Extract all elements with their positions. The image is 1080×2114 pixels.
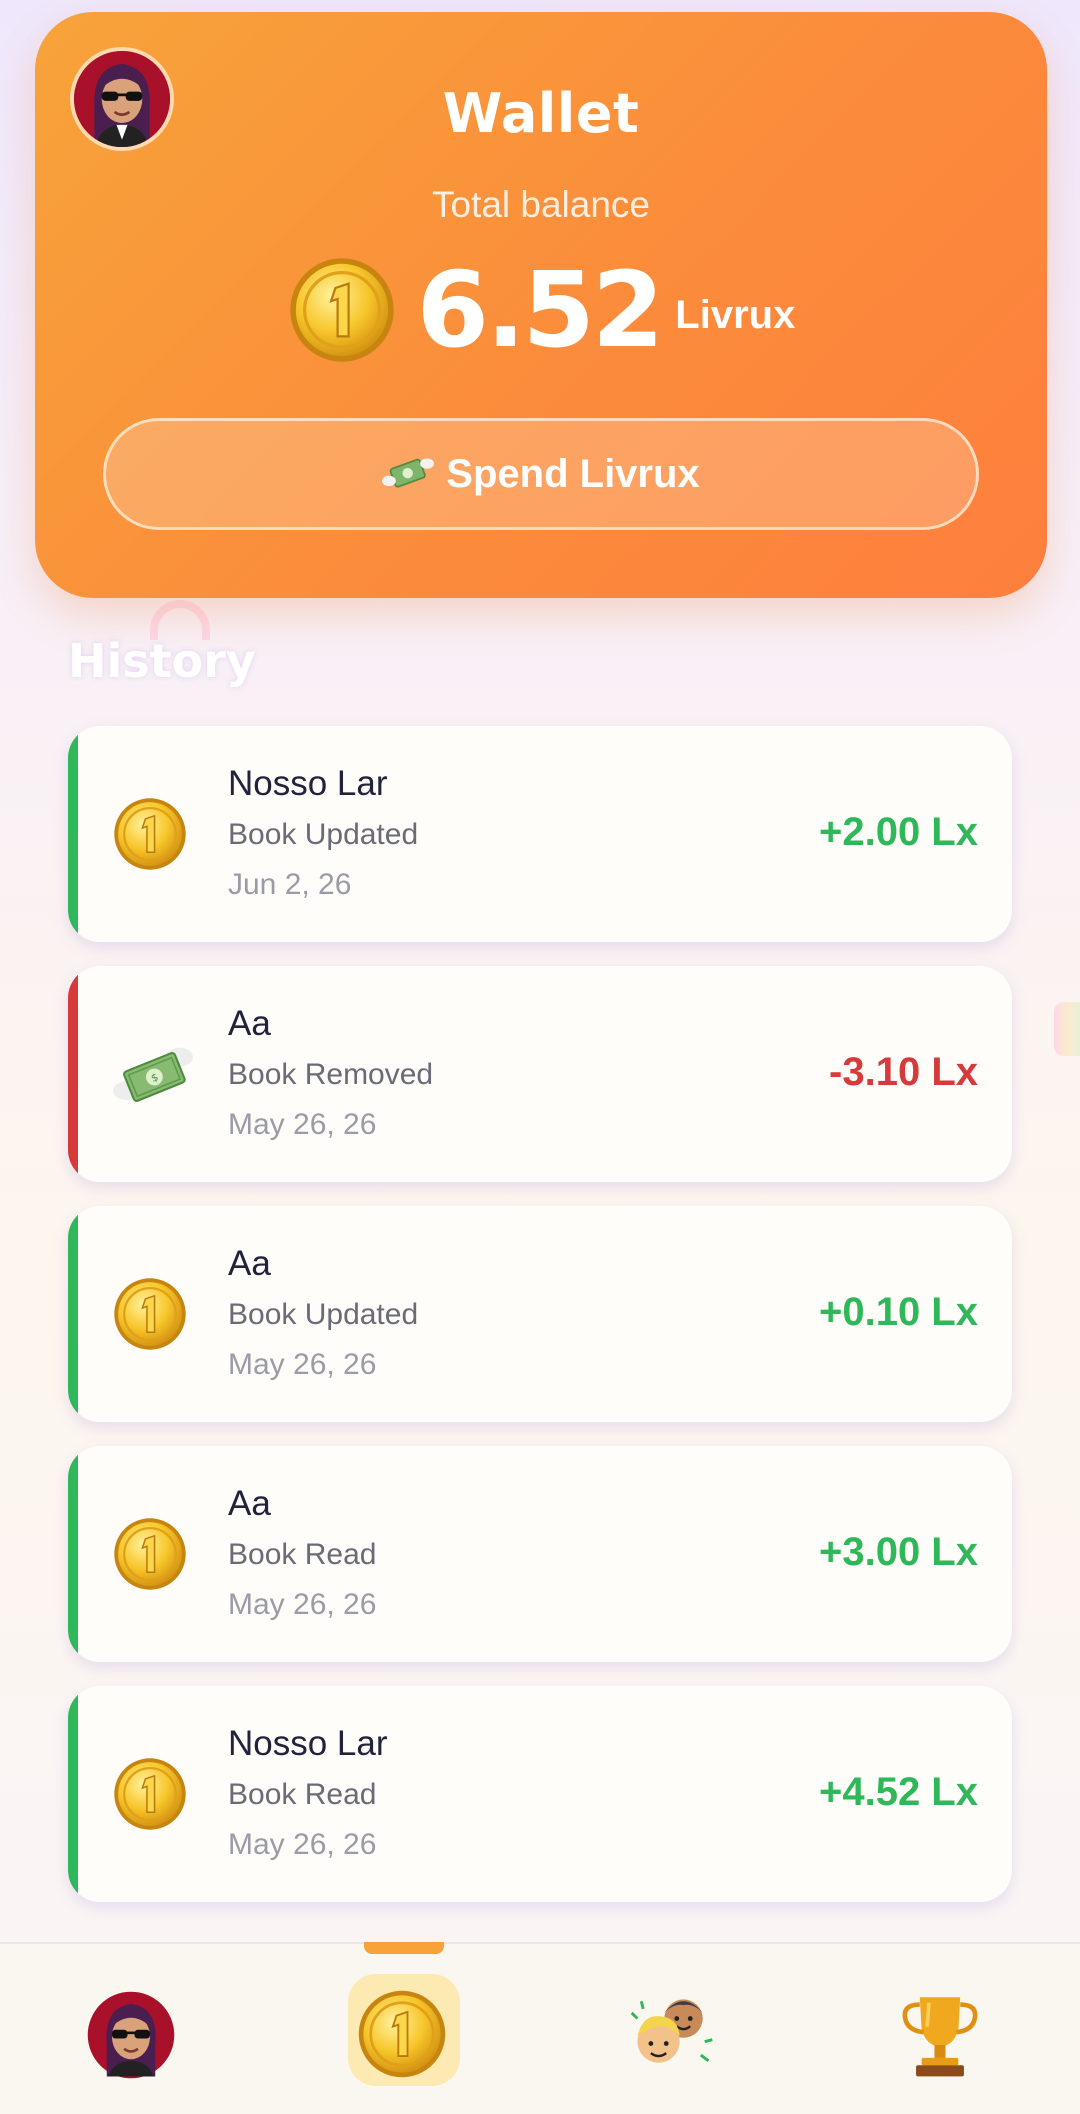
- transaction-amount: +2.00 Lx: [818, 810, 978, 854]
- trophy-icon: [902, 1997, 978, 2077]
- nav-wallet[interactable]: [352, 1984, 462, 2094]
- status-stripe: [68, 1686, 78, 1902]
- page-title: Wallet: [442, 82, 640, 145]
- transaction-title: Aa: [228, 1004, 271, 1043]
- transaction-type: Book Updated: [228, 818, 419, 851]
- spend-button-label: Spend Livrux: [446, 451, 700, 496]
- spend-livrux-button[interactable]: Spend Livrux: [103, 418, 979, 530]
- wallet-card: Wallet Total balance 6.52 Livrux Spend L…: [35, 12, 1047, 598]
- transaction-date: May 26, 26: [228, 1108, 377, 1141]
- list-item[interactable]: Aa Book Read May 26, 26 +3.00 Lx: [68, 1446, 1012, 1662]
- balance-amount: 6.52: [416, 249, 665, 371]
- nav-friends[interactable]: [624, 1984, 734, 2094]
- balance-row: 6.52 Livrux: [35, 250, 1047, 370]
- transaction-icon: [112, 1276, 188, 1352]
- coin-icon: [114, 1758, 186, 1830]
- friends-icon: [630, 1999, 713, 2063]
- transaction-amount: -3.10 Lx: [829, 1050, 978, 1094]
- status-stripe: [68, 1446, 78, 1662]
- transaction-icon: [112, 1756, 188, 1832]
- transaction-icon: [112, 796, 188, 872]
- profile-avatar-icon: [87, 1991, 175, 2079]
- transaction-title: Aa: [228, 1484, 271, 1523]
- transaction-date: May 26, 26: [228, 1348, 377, 1381]
- money-wings-icon: [382, 458, 435, 488]
- transaction-title: Nosso Lar: [228, 764, 388, 803]
- transaction-title: Aa: [228, 1244, 271, 1283]
- transaction-type: Book Removed: [228, 1058, 434, 1091]
- coin-icon: [289, 258, 394, 362]
- bottom-nav: [0, 1942, 1080, 2114]
- transaction-type: Book Updated: [228, 1298, 419, 1331]
- coin-icon: [114, 798, 186, 870]
- transaction-amount: +0.10 Lx: [818, 1290, 978, 1334]
- nav-leaderboard[interactable]: [890, 1984, 1000, 2094]
- background-rainbow-decoration: [1054, 1002, 1080, 1056]
- transaction-type: Book Read: [228, 1538, 377, 1571]
- list-item[interactable]: Nosso Lar Book Read May 26, 26 +4.52 Lx: [68, 1686, 1012, 1902]
- transaction-type: Book Read: [228, 1778, 377, 1811]
- transaction-date: May 26, 26: [228, 1588, 377, 1621]
- status-stripe: [68, 966, 78, 1182]
- status-stripe: [68, 1206, 78, 1422]
- coin-icon: [358, 1990, 446, 2078]
- transaction-icon: $: [112, 1036, 193, 1112]
- nav-profile[interactable]: [80, 1984, 190, 2094]
- balance-label: Total balance: [431, 184, 651, 225]
- transaction-date: May 26, 26: [228, 1828, 377, 1861]
- money-wings-icon: $: [113, 1047, 193, 1102]
- list-item[interactable]: $ Aa Book Removed May 26, 26 -3.10 Lx: [68, 966, 1012, 1182]
- transaction-date: Jun 2, 26: [228, 868, 352, 901]
- coin-icon: [114, 1278, 186, 1350]
- list-item[interactable]: Nosso Lar Book Updated Jun 2, 26 +2.00 L…: [68, 726, 1012, 942]
- balance-unit: Livrux: [675, 292, 796, 337]
- transaction-title: Nosso Lar: [228, 1724, 388, 1763]
- status-stripe: [68, 726, 78, 942]
- coin-icon: [114, 1518, 186, 1590]
- section-title: History: [68, 634, 256, 688]
- transaction-amount: +3.00 Lx: [818, 1530, 978, 1574]
- history-list: Nosso Lar Book Updated Jun 2, 26 +2.00 L…: [68, 726, 1012, 1926]
- transaction-icon: [112, 1516, 188, 1592]
- list-item[interactable]: Aa Book Updated May 26, 26 +0.10 Lx: [68, 1206, 1012, 1422]
- transaction-amount: +4.52 Lx: [818, 1770, 978, 1814]
- active-tab-indicator: [364, 1942, 444, 1954]
